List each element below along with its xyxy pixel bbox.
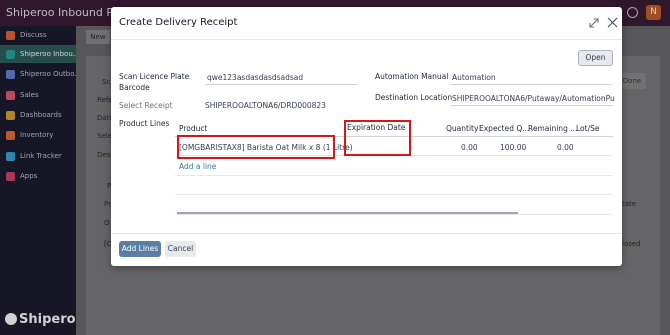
select-receipt-label: Select Receipt <box>119 101 173 110</box>
column-header-product[interactable]: Product <box>179 124 207 133</box>
expand-icon[interactable] <box>589 18 599 28</box>
close-icon[interactable] <box>607 17 618 28</box>
scan-licence-input-underline <box>205 84 357 85</box>
empty-row-divider <box>175 194 613 195</box>
create-delivery-receipt-dialog: Create Delivery Receipt Open Scan Licenc… <box>111 7 622 266</box>
product-highlight-box <box>177 135 335 159</box>
column-header-remaining[interactable]: Remaining ... <box>528 124 577 133</box>
dialog-title: Create Delivery Receipt <box>119 17 238 28</box>
scan-licence-input[interactable]: qwe123asdasdasdsadsad <box>207 73 355 82</box>
cancel-button[interactable]: Cancel <box>165 241 196 257</box>
row-remaining-cell: 0.00 <box>557 143 574 152</box>
row-quantity-cell[interactable]: 0.00 <box>461 143 478 152</box>
horizontal-scrollbar[interactable] <box>177 212 518 214</box>
dialog-footer-divider <box>111 233 622 234</box>
destination-location-field[interactable]: SHIPEROOALTONA6/Putaway/AutomationPutaw <box>452 94 615 103</box>
scan-licence-label-line2: Barcode <box>119 83 150 92</box>
select-receipt-value[interactable]: SHIPEROOALTONA6/DRD000823 <box>205 101 365 110</box>
open-button[interactable]: Open <box>578 50 613 66</box>
destination-location-underline <box>450 105 613 106</box>
column-header-quantity[interactable]: Quantity <box>446 124 478 133</box>
automation-manual-label: Automation Manual <box>375 72 449 81</box>
destination-location-label: Destination Location <box>375 93 453 102</box>
empty-row-divider <box>175 175 613 176</box>
row-expected-quantity-cell: 100.00 <box>500 143 527 152</box>
add-lines-button[interactable]: Add Lines <box>119 241 161 257</box>
add-a-line-link[interactable]: Add a line <box>179 162 216 171</box>
dialog-header: Create Delivery Receipt <box>111 7 622 40</box>
column-header-lot-serial[interactable]: Lot/Se <box>576 124 599 133</box>
column-header-expected-quantity[interactable]: Expected Q... <box>479 124 529 133</box>
expiration-date-highlight-box <box>344 120 411 156</box>
product-lines-label: Product Lines <box>119 119 170 128</box>
automation-manual-select[interactable]: Automation <box>452 73 612 82</box>
table-bottom-border <box>175 214 613 215</box>
automation-manual-underline <box>450 84 612 85</box>
scan-licence-label-line1: Scan Licence Plate <box>119 72 190 81</box>
